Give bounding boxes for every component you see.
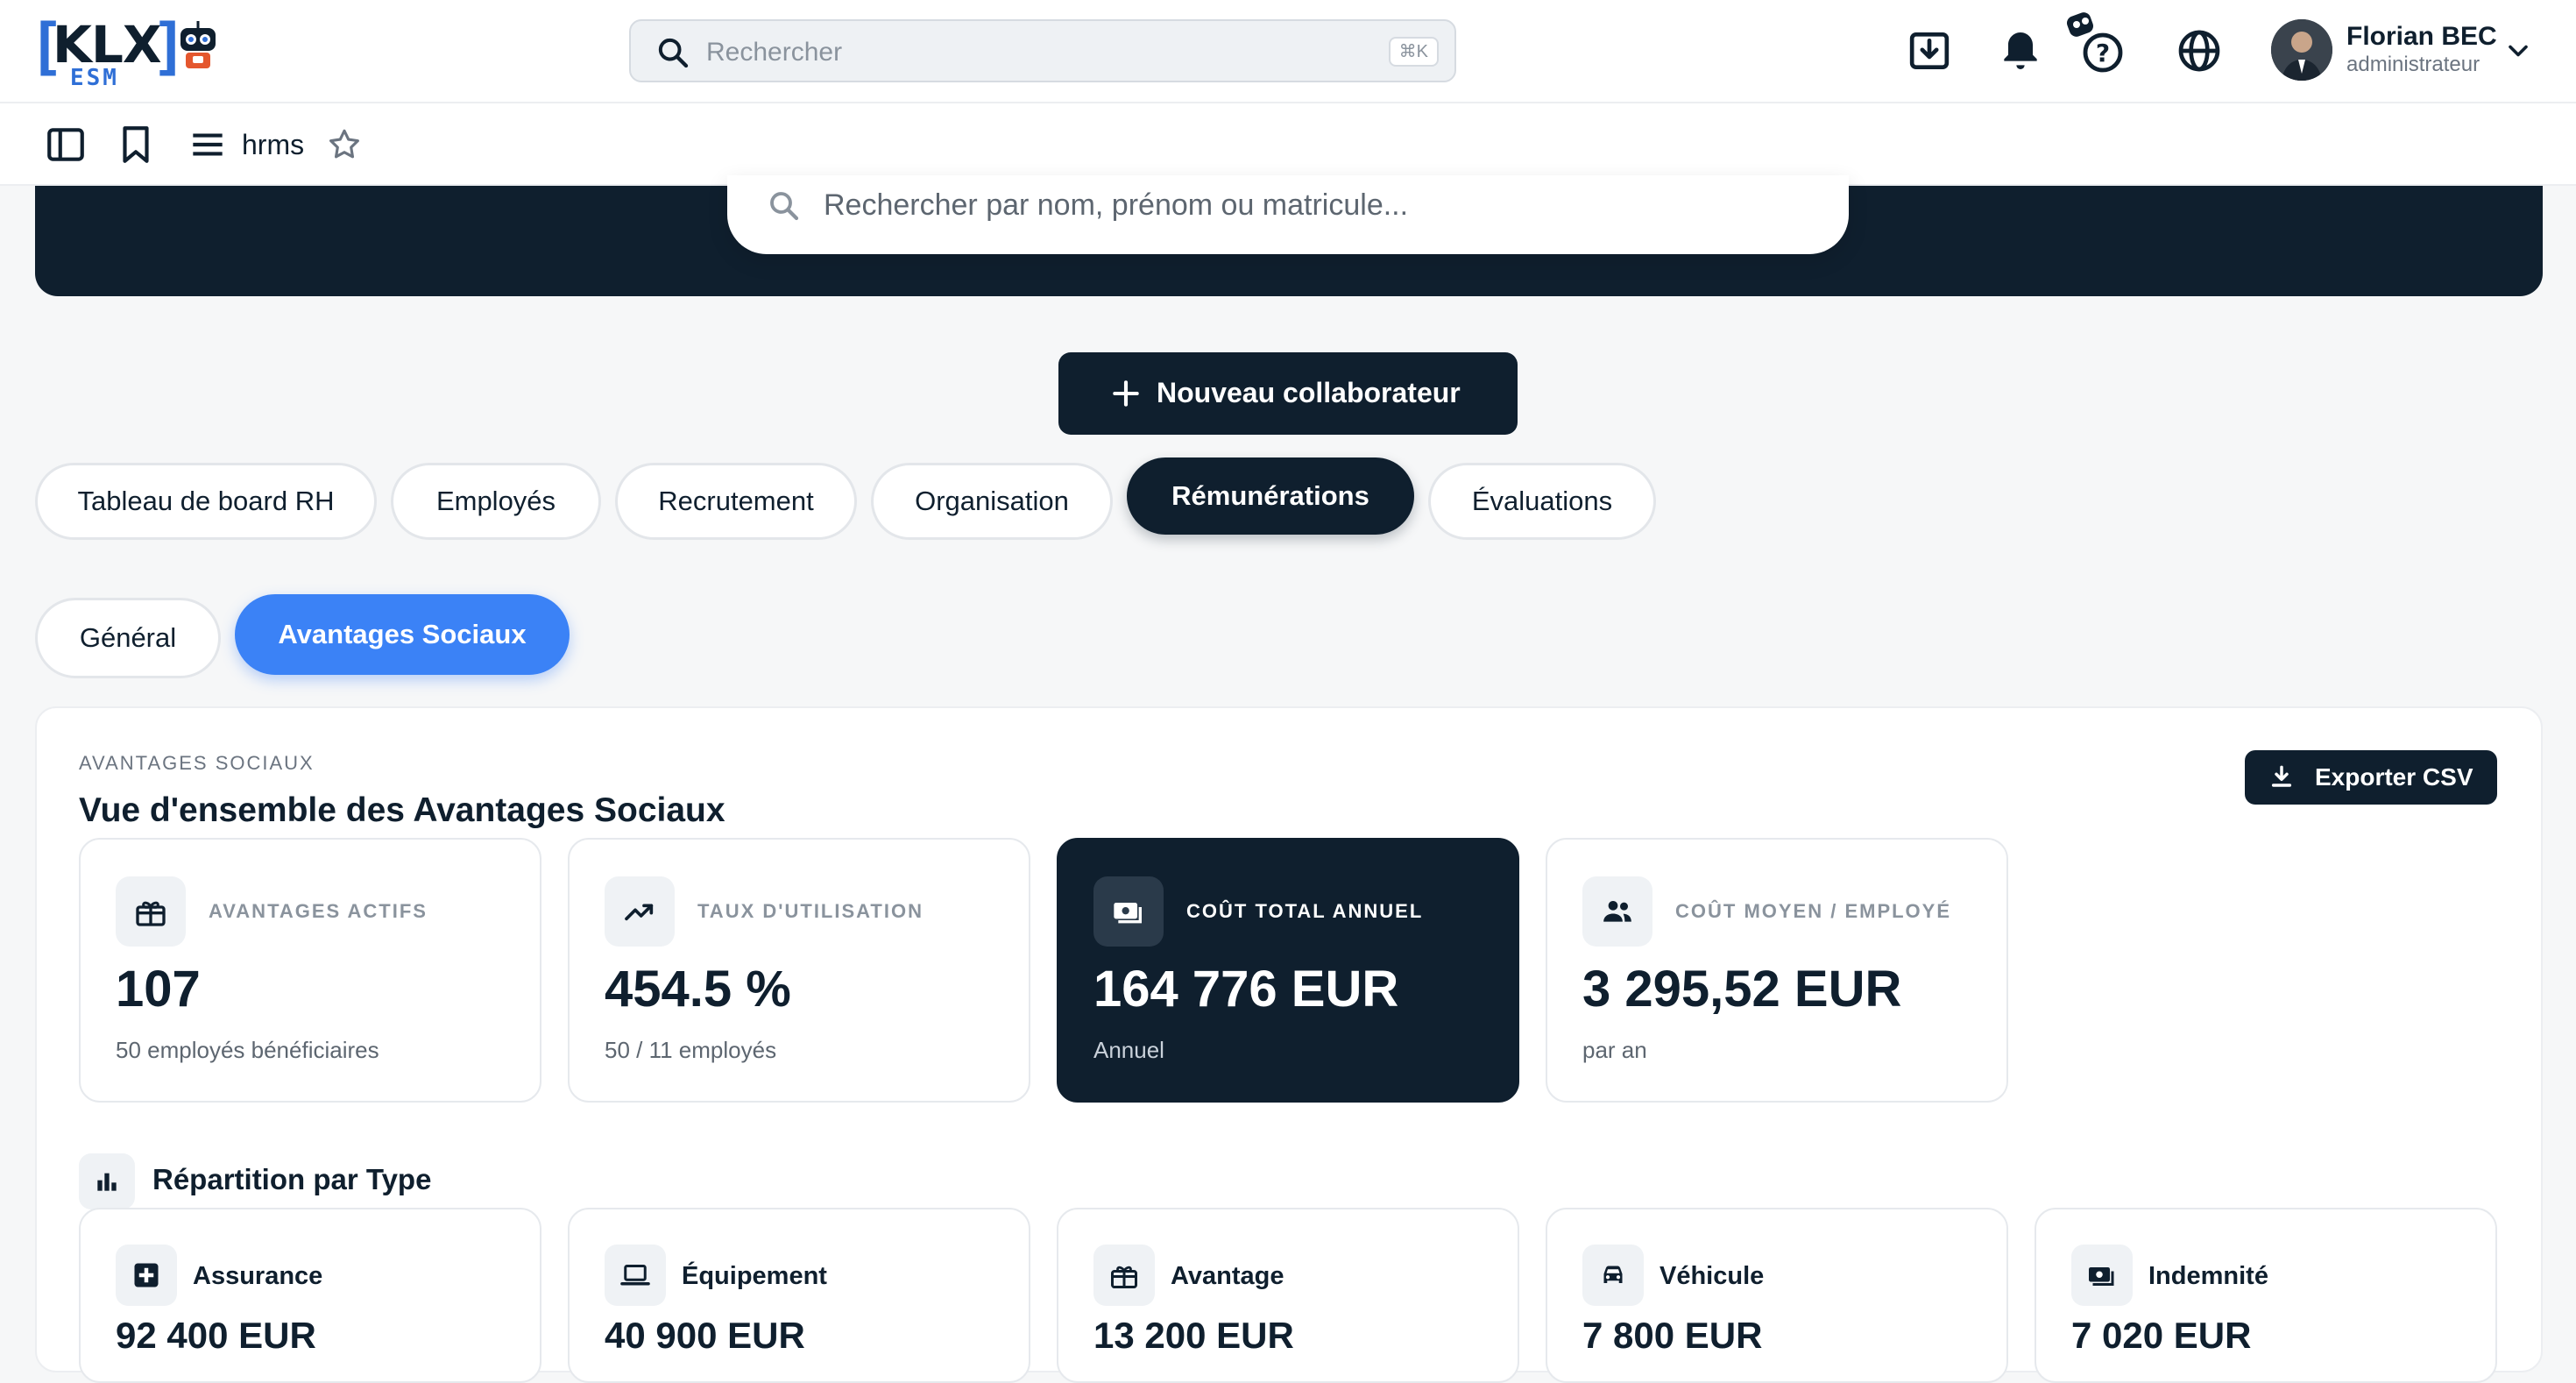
chevron-down-icon[interactable] bbox=[2502, 35, 2534, 67]
stat-label: COÛT TOTAL ANNUEL bbox=[1186, 900, 1424, 922]
type-icon-box bbox=[1093, 1245, 1155, 1306]
type-value: 7 800 EUR bbox=[1582, 1315, 1763, 1356]
svg-text:?: ? bbox=[2096, 39, 2110, 67]
new-collaborator-button[interactable]: Nouveau collaborateur bbox=[1058, 352, 1518, 435]
sidebar-toggle-icon[interactable] bbox=[44, 123, 88, 167]
tab-recrutement[interactable]: Recrutement bbox=[615, 463, 857, 540]
tab-remunerations[interactable]: Rémunérations bbox=[1127, 457, 1414, 535]
breakdown-title: Répartition par Type bbox=[152, 1163, 432, 1195]
logo-product: ESM bbox=[70, 65, 119, 91]
user-name[interactable]: Florian BEC bbox=[2346, 21, 2497, 53]
people-icon bbox=[1603, 901, 1631, 922]
menu-icon[interactable] bbox=[186, 123, 230, 167]
gift-icon bbox=[1111, 1266, 1137, 1288]
tab-tableau-de-board-rh[interactable]: Tableau de board RH bbox=[35, 463, 377, 540]
bookmark-icon[interactable] bbox=[114, 123, 158, 167]
type-value: 13 200 EUR bbox=[1093, 1315, 1294, 1356]
download-icon bbox=[2271, 765, 2292, 787]
medical-plus-icon bbox=[134, 1263, 159, 1287]
search-shortcut-badge: ⌘K bbox=[1388, 37, 1439, 67]
panel-eyebrow: AVANTAGES SOCIAUX bbox=[79, 752, 315, 774]
stat-icon-box bbox=[116, 876, 186, 947]
type-icon-box bbox=[116, 1245, 177, 1306]
money-icon bbox=[2089, 1267, 2114, 1286]
stat-value: 164 776 EUR bbox=[1093, 961, 1399, 1018]
klx-esm-logo[interactable]: [ KLX ] ESM bbox=[28, 15, 216, 91]
type-value: 92 400 EUR bbox=[116, 1315, 316, 1356]
bar-chart-icon bbox=[97, 1173, 117, 1191]
type-icon-box bbox=[605, 1245, 666, 1306]
stat-subtext: Annuel bbox=[1093, 1037, 1164, 1063]
type-card-vehicule[interactable]: Véhicule 7 800 EUR bbox=[1546, 1208, 2008, 1383]
stat-label: AVANTAGES ACTIFS bbox=[209, 900, 428, 922]
subtab-avantages-sociaux[interactable]: Avantages Sociaux bbox=[235, 594, 570, 675]
money-icon bbox=[1114, 903, 1142, 924]
module-toolbar: hrms bbox=[0, 103, 2576, 186]
trending-up-icon bbox=[625, 904, 654, 921]
globe-icon[interactable] bbox=[2175, 26, 2224, 75]
plus-icon bbox=[1113, 380, 1139, 407]
stat-value: 3 295,52 EUR bbox=[1582, 961, 1902, 1018]
avatar[interactable] bbox=[2271, 19, 2332, 81]
type-card-assurance[interactable]: Assurance 92 400 EUR bbox=[79, 1208, 541, 1383]
type-name: Véhicule bbox=[1660, 1262, 1765, 1290]
employee-search-placeholder: Rechercher par nom, prénom ou matricule.… bbox=[824, 188, 1409, 222]
tab-employes[interactable]: Employés bbox=[391, 463, 601, 540]
type-card-avantage[interactable]: Avantage 13 200 EUR bbox=[1057, 1208, 1519, 1383]
stat-card-average-cost-per-employee: COÛT MOYEN / EMPLOYÉ 3 295,52 EUR par an bbox=[1546, 838, 2008, 1103]
stat-value: 454.5 % bbox=[605, 961, 791, 1018]
type-name: Assurance bbox=[193, 1262, 323, 1290]
robot-mascot-icon bbox=[180, 21, 216, 68]
type-card-indemnite[interactable]: Indemnité 7 020 EUR bbox=[2035, 1208, 2497, 1383]
gift-icon bbox=[136, 901, 166, 926]
avatar-portrait-icon bbox=[2271, 19, 2332, 81]
tab-organisation[interactable]: Organisation bbox=[871, 463, 1113, 540]
type-name: Indemnité bbox=[2148, 1262, 2268, 1290]
type-value: 7 020 EUR bbox=[2071, 1315, 2252, 1356]
stat-label: TAUX D'UTILISATION bbox=[697, 900, 924, 922]
stat-icon-box bbox=[1582, 876, 1652, 947]
employee-search-input[interactable]: Rechercher par nom, prénom ou matricule.… bbox=[727, 175, 1849, 254]
subtab-general[interactable]: Général bbox=[35, 598, 221, 678]
stat-icon-box bbox=[1093, 876, 1164, 947]
user-role: administrateur bbox=[2346, 53, 2480, 76]
stat-card-active-benefits: AVANTAGES ACTIFS 107 50 employés bénéfic… bbox=[79, 838, 541, 1103]
search-icon bbox=[658, 38, 689, 68]
logo-brand: KLX bbox=[53, 15, 162, 74]
download-tray-icon[interactable] bbox=[1905, 26, 1954, 75]
star-favorite-icon[interactable] bbox=[326, 126, 363, 163]
stat-card-usage-rate: TAUX D'UTILISATION 454.5 % 50 / 11 emplo… bbox=[568, 838, 1030, 1103]
type-card-equipement[interactable]: Équipement 40 900 EUR bbox=[568, 1208, 1030, 1383]
stat-subtext: 50 / 11 employés bbox=[605, 1037, 777, 1063]
stat-value: 107 bbox=[116, 961, 201, 1018]
stat-icon-box bbox=[605, 876, 675, 947]
robot-help-icon[interactable]: ? bbox=[2061, 9, 2131, 75]
export-csv-button[interactable]: Exporter CSV bbox=[2245, 750, 2497, 805]
search-placeholder: Rechercher bbox=[706, 38, 843, 67]
type-name: Équipement bbox=[682, 1262, 827, 1290]
stat-subtext: par an bbox=[1582, 1037, 1647, 1063]
panel-title: Vue d'ensemble des Avantages Sociaux bbox=[79, 791, 725, 829]
global-search[interactable]: Rechercher ⌘K bbox=[629, 19, 1456, 82]
laptop-icon bbox=[620, 1265, 650, 1286]
stat-card-total-annual-cost: COÛT TOTAL ANNUEL 164 776 EUR Annuel bbox=[1057, 838, 1519, 1103]
search-icon bbox=[770, 192, 799, 221]
stat-label: COÛT MOYEN / EMPLOYÉ bbox=[1675, 900, 1952, 922]
section-icon-box bbox=[79, 1153, 135, 1209]
type-name: Avantage bbox=[1171, 1262, 1284, 1290]
stat-subtext: 50 employés bénéficiaires bbox=[116, 1037, 379, 1063]
type-value: 40 900 EUR bbox=[605, 1315, 805, 1356]
bell-icon[interactable] bbox=[1996, 26, 2045, 75]
new-collaborator-label: Nouveau collaborateur bbox=[1157, 377, 1461, 408]
top-bar: [ KLX ] ESM Rechercher ⌘K ? Florian BEC … bbox=[0, 0, 2576, 103]
car-icon bbox=[1603, 1266, 1623, 1283]
export-csv-label: Exporter CSV bbox=[2315, 763, 2473, 791]
type-icon-box bbox=[1582, 1245, 1644, 1306]
type-icon-box bbox=[2071, 1245, 2133, 1306]
module-name[interactable]: hrms bbox=[242, 128, 304, 161]
tab-evaluations[interactable]: Évaluations bbox=[1428, 463, 1656, 540]
